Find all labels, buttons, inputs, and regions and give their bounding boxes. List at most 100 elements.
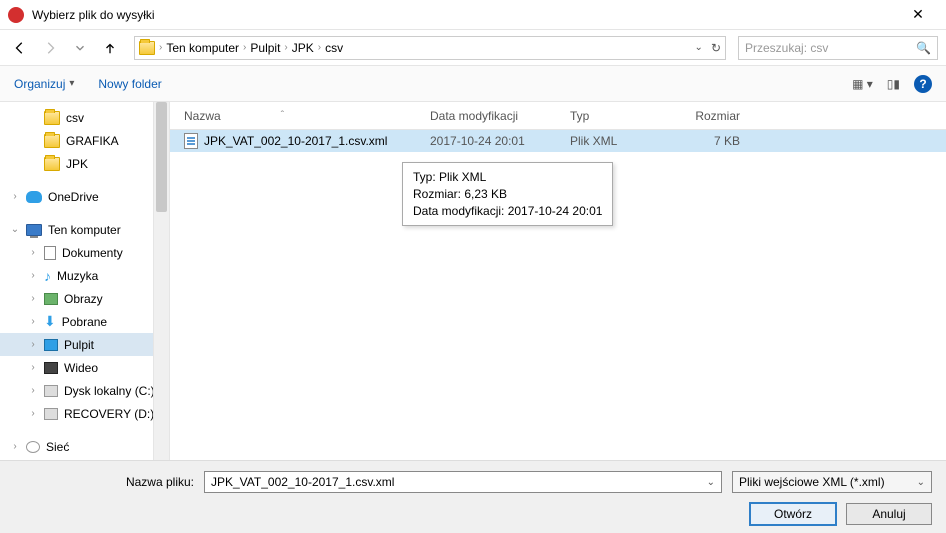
app-icon — [8, 7, 24, 23]
new-folder-button[interactable]: Nowy folder — [98, 77, 161, 91]
disk-icon — [44, 385, 58, 397]
file-name: JPK_VAT_002_10-2017_1.csv.xml — [204, 134, 387, 148]
list-header: Nazwa ˆ Data modyfikacji Typ Rozmiar — [170, 102, 946, 130]
recent-dropdown[interactable] — [68, 36, 92, 60]
pictures-icon — [44, 293, 58, 305]
tree-item-network[interactable]: ›Sieć — [0, 435, 169, 458]
tree-item-this-pc[interactable]: ⌄Ten komputer — [0, 218, 169, 241]
tree-scrollbar[interactable] — [153, 102, 169, 460]
view-options-button[interactable]: ▦ ▾ — [852, 77, 873, 91]
tree-item-desktop[interactable]: ›Pulpit — [0, 333, 169, 356]
titlebar: Wybierz plik do wysyłki ✕ — [0, 0, 946, 30]
column-name-label: Nazwa — [184, 109, 221, 123]
column-date[interactable]: Data modyfikacji — [430, 109, 570, 123]
network-icon — [26, 441, 40, 453]
window-title: Wybierz plik do wysyłki — [32, 8, 898, 22]
close-button[interactable]: ✕ — [898, 6, 938, 23]
folder-icon — [44, 111, 60, 125]
file-type-filter[interactable]: Pliki wejściowe XML (*.xml) ⌄ — [732, 471, 932, 493]
tree-item-videos[interactable]: ›Wideo — [0, 356, 169, 379]
tree-item-onedrive[interactable]: ›OneDrive — [0, 185, 169, 208]
column-date-label: Data modyfikacji — [430, 109, 518, 123]
breadcrumb-root[interactable]: Ten komputer — [166, 41, 239, 55]
tree-label: Pobrane — [62, 315, 107, 329]
tree-item-jpk[interactable]: JPK — [0, 152, 169, 175]
preview-pane-button[interactable]: ▯▮ — [887, 77, 900, 91]
organize-label: Organizuj — [14, 77, 65, 91]
videos-icon — [44, 362, 58, 374]
toolbar: Organizuj ▾ Nowy folder ▦ ▾ ▯▮ ? — [0, 66, 946, 102]
back-button[interactable] — [8, 36, 32, 60]
column-size-label: Rozmiar — [695, 109, 740, 123]
chevron-right-icon: › — [159, 42, 162, 53]
file-row[interactable]: JPK_VAT_002_10-2017_1.csv.xml 2017-10-24… — [170, 130, 946, 152]
chevron-down-icon: ▾ — [69, 78, 74, 89]
open-button[interactable]: Otwórz — [750, 503, 836, 525]
file-tooltip: Typ: Plik XML Rozmiar: 6,23 KB Data mody… — [402, 162, 613, 226]
scrollbar-thumb[interactable] — [156, 102, 167, 212]
cancel-button[interactable]: Anuluj — [846, 503, 932, 525]
file-type: Plik XML — [570, 134, 680, 148]
column-type[interactable]: Typ — [570, 109, 680, 123]
folder-icon — [44, 134, 60, 148]
breadcrumb-csv[interactable]: csv — [325, 41, 343, 55]
music-icon: ♪ — [44, 268, 51, 284]
tree-label: Obrazy — [64, 292, 103, 306]
xml-file-icon — [184, 133, 198, 149]
file-size: 7 KB — [680, 134, 760, 148]
cancel-label: Anuluj — [872, 507, 905, 521]
tree-label: OneDrive — [48, 190, 99, 204]
help-button[interactable]: ? — [914, 75, 932, 93]
column-size[interactable]: Rozmiar — [680, 109, 760, 123]
address-bar[interactable]: › Ten komputer › Pulpit › JPK › csv ⌄ ↻ — [134, 36, 726, 60]
breadcrumb-pulpit[interactable]: Pulpit — [250, 41, 280, 55]
refresh-button[interactable]: ↻ — [711, 41, 721, 55]
tree-item-grafika[interactable]: GRAFIKA — [0, 129, 169, 152]
navbar: › Ten komputer › Pulpit › JPK › csv ⌄ ↻ … — [0, 30, 946, 66]
filename-value: JPK_VAT_002_10-2017_1.csv.xml — [211, 475, 394, 489]
forward-button[interactable] — [38, 36, 62, 60]
breadcrumb-jpk[interactable]: JPK — [292, 41, 314, 55]
dialog-body: csv GRAFIKA JPK ›OneDrive ⌄Ten komputer … — [0, 102, 946, 460]
downloads-icon: ⬇ — [44, 313, 56, 330]
tooltip-type: Typ: Plik XML — [413, 169, 602, 186]
tree-label: JPK — [66, 157, 88, 171]
documents-icon — [44, 246, 56, 260]
search-input[interactable]: Przeszukaj: csv 🔍 — [738, 36, 938, 60]
search-placeholder: Przeszukaj: csv — [745, 41, 828, 55]
tree-label: Pulpit — [64, 338, 94, 352]
sort-indicator-icon: ˆ — [281, 110, 284, 121]
tree-item-music[interactable]: ›♪Muzyka — [0, 264, 169, 287]
tree-label: GRAFIKA — [66, 134, 119, 148]
filter-value: Pliki wejściowe XML (*.xml) — [739, 475, 885, 489]
column-name[interactable]: Nazwa ˆ — [170, 109, 430, 123]
file-list: Nazwa ˆ Data modyfikacji Typ Rozmiar JPK_… — [170, 102, 946, 460]
search-icon: 🔍 — [916, 41, 931, 55]
organize-menu[interactable]: Organizuj ▾ — [14, 77, 74, 91]
filename-label: Nazwa pliku: — [14, 475, 194, 489]
dialog-footer: Nazwa pliku: JPK_VAT_002_10-2017_1.csv.x… — [0, 460, 946, 533]
tree-item-pictures[interactable]: ›Obrazy — [0, 287, 169, 310]
computer-icon — [26, 224, 42, 236]
up-button[interactable] — [98, 36, 122, 60]
folder-icon — [139, 41, 155, 55]
column-type-label: Typ — [570, 109, 589, 123]
tree-item-recovery-d[interactable]: ›RECOVERY (D:) — [0, 402, 169, 425]
tree-label: Wideo — [64, 361, 98, 375]
new-folder-label: Nowy folder — [98, 77, 161, 91]
tree-label: Ten komputer — [48, 223, 121, 237]
disk-icon — [44, 408, 58, 420]
tree-item-downloads[interactable]: ›⬇Pobrane — [0, 310, 169, 333]
tree-item-local-disk-c[interactable]: ›Dysk lokalny (C:) — [0, 379, 169, 402]
chevron-down-icon[interactable]: ⌄ — [707, 477, 715, 488]
tree-label: Sieć — [46, 440, 69, 454]
tree-item-csv[interactable]: csv — [0, 106, 169, 129]
address-dropdown[interactable]: ⌄ — [695, 42, 703, 53]
tree-item-documents[interactable]: ›Dokumenty — [0, 241, 169, 264]
folder-tree[interactable]: csv GRAFIKA JPK ›OneDrive ⌄Ten komputer … — [0, 102, 170, 460]
chevron-down-icon[interactable]: ⌄ — [917, 477, 925, 488]
filename-input[interactable]: JPK_VAT_002_10-2017_1.csv.xml ⌄ — [204, 471, 722, 493]
folder-icon — [44, 157, 60, 171]
chevron-right-icon: › — [284, 42, 287, 53]
desktop-icon — [44, 339, 58, 351]
